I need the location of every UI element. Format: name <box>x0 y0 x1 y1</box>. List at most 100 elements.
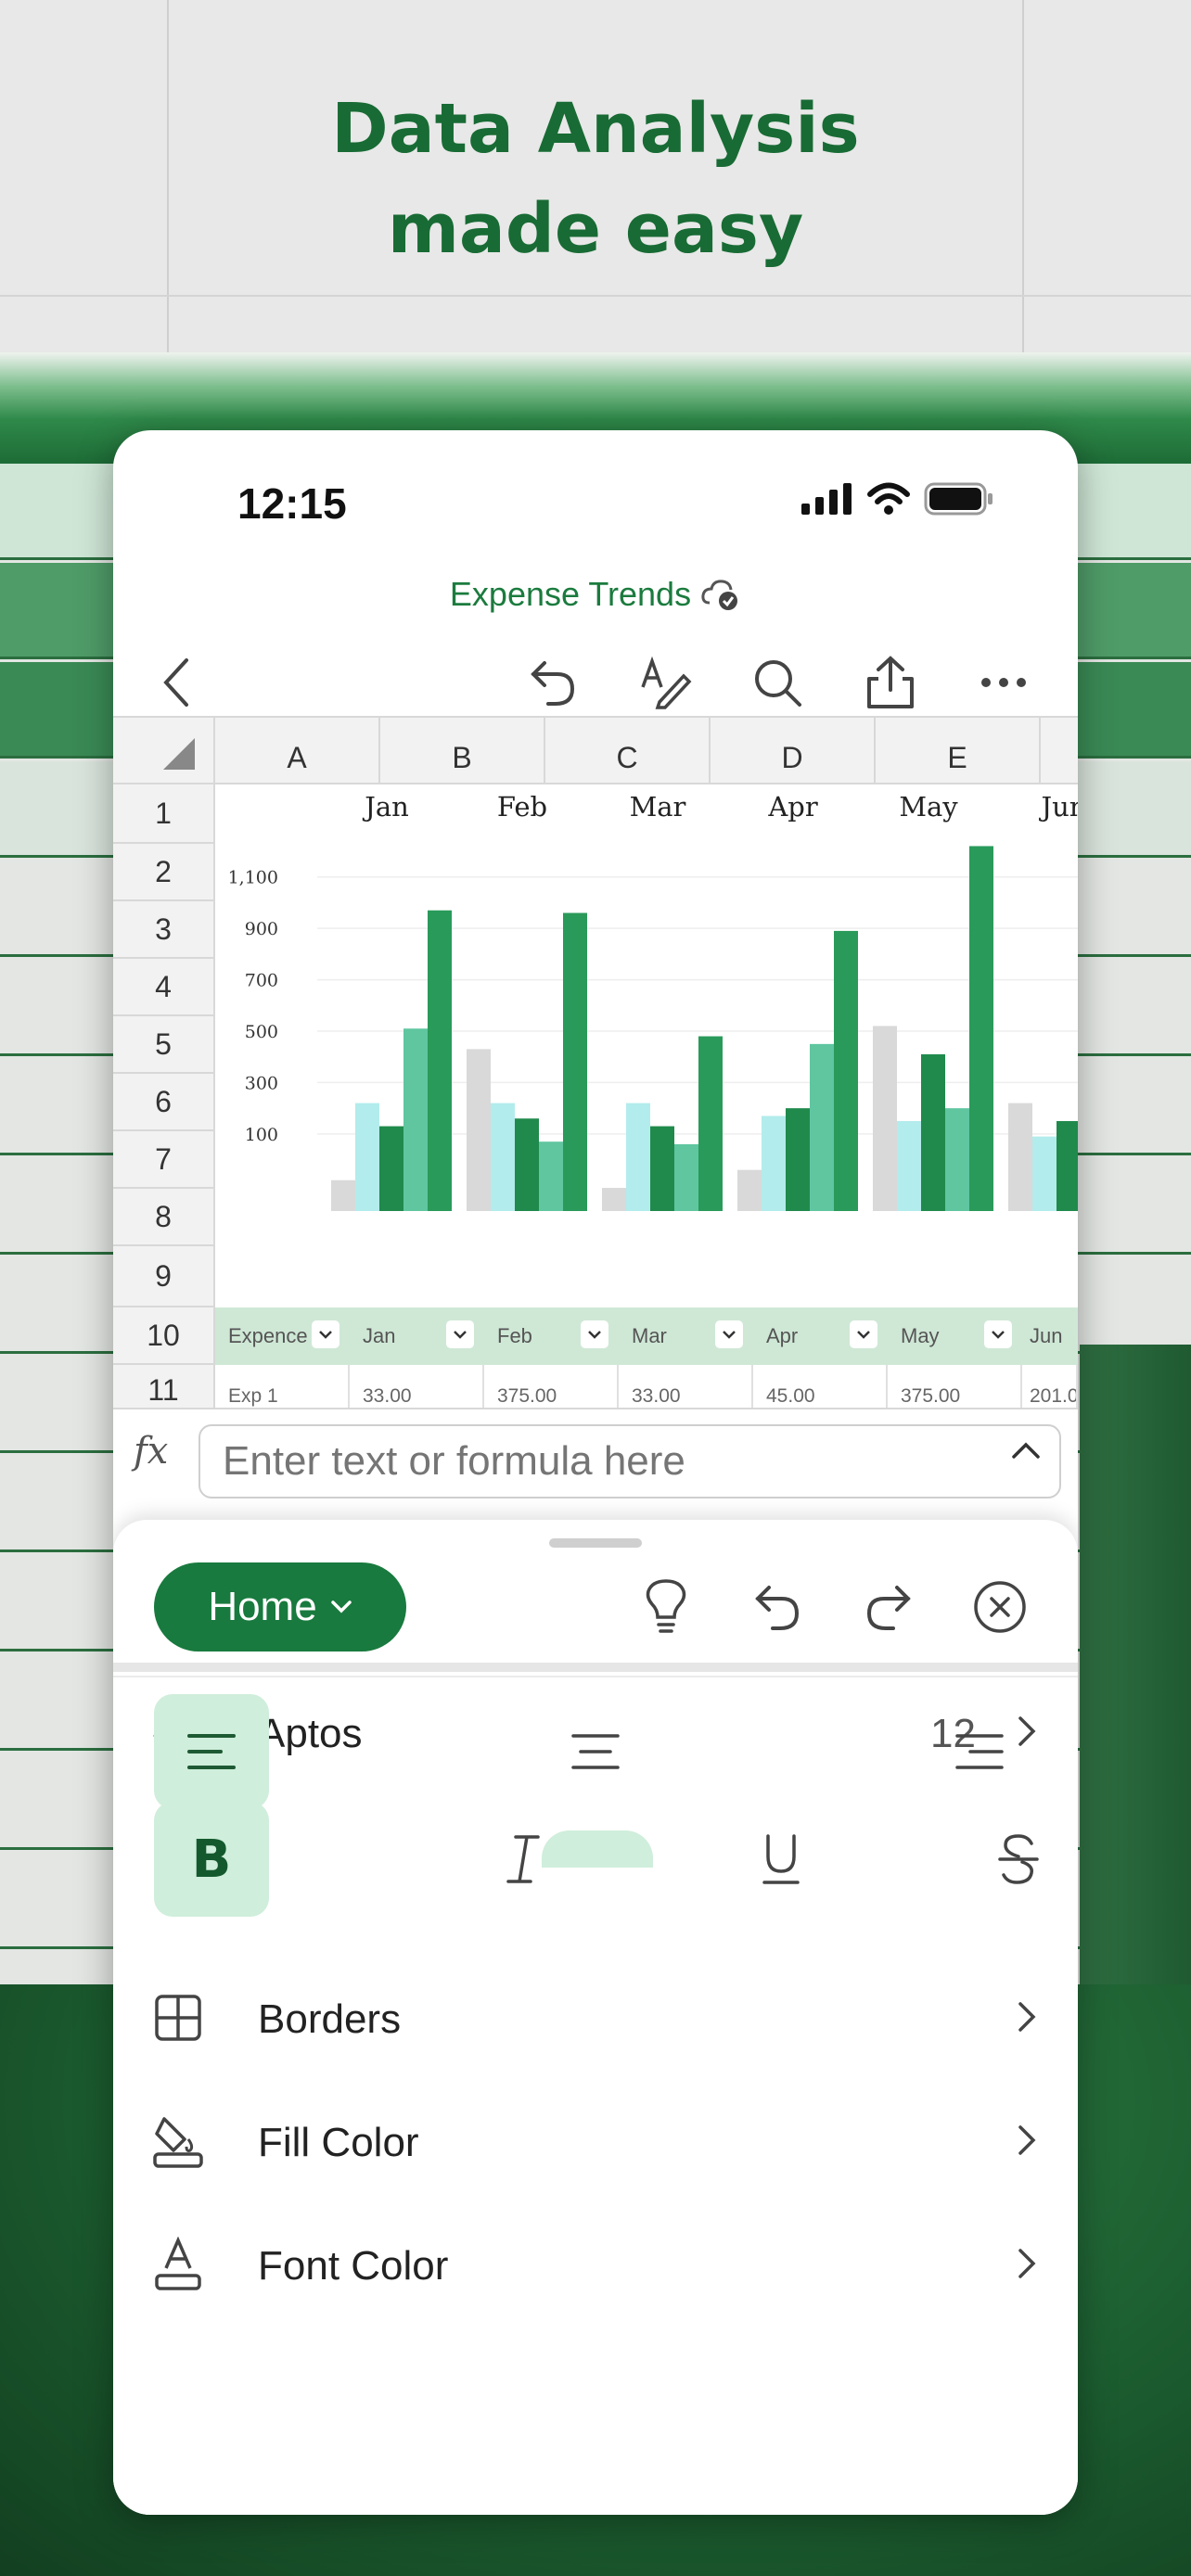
align-left-button[interactable] <box>154 1694 269 1809</box>
ideas-button[interactable] <box>633 1574 699 1640</box>
undo-button[interactable] <box>525 655 581 710</box>
table-cell[interactable]: 201.0 <box>1022 1365 1078 1408</box>
font-color-label: Font Color <box>258 2243 449 2289</box>
row-header-4[interactable]: 4 <box>113 959 215 1016</box>
undo-icon <box>531 661 575 706</box>
borders-icon-svg <box>155 1995 201 2041</box>
column-header-e[interactable]: E <box>876 718 1041 784</box>
chart-bar[interactable] <box>698 1036 723 1211</box>
chart-bar[interactable] <box>355 1103 379 1211</box>
borders-icon <box>150 1990 206 2046</box>
chevron-right-icon <box>1018 2249 1036 2278</box>
row-header-5[interactable]: 5 <box>113 1016 215 1074</box>
filter-dropdown-button[interactable] <box>984 1320 1012 1348</box>
chart-bar[interactable] <box>762 1116 786 1211</box>
chart-bar[interactable] <box>737 1169 762 1211</box>
chevron-left-icon <box>163 658 188 707</box>
back-button[interactable] <box>148 655 204 710</box>
bottom-tab-handle[interactable] <box>542 1830 653 1868</box>
table-header-label: Jan <box>363 1324 396 1347</box>
strikethrough-button[interactable] <box>981 1802 1056 1917</box>
document-title-row[interactable]: Expense Trends <box>113 575 1078 614</box>
chart-bar[interactable] <box>602 1188 626 1211</box>
expense-chart[interactable]: 100 300 500 700 900 1,100 Jan Feb Mar Apr May Jun <box>215 784 1078 1307</box>
panel-divider <box>113 1676 1078 1677</box>
fill-color-icon <box>150 2113 206 2169</box>
function-label: fx <box>134 1430 169 1473</box>
chart-bar[interactable] <box>873 1026 897 1211</box>
align-center-button[interactable] <box>538 1694 653 1809</box>
chart-bar[interactable] <box>1008 1103 1032 1211</box>
row-header-8[interactable]: 8 <box>113 1189 215 1246</box>
row-header-7[interactable]: 7 <box>113 1131 215 1189</box>
chart-bar[interactable] <box>331 1180 355 1211</box>
table-cell[interactable]: 375.00 <box>484 1365 619 1408</box>
chart-bar[interactable] <box>810 1043 834 1211</box>
table-cell[interactable]: 33.00 <box>619 1365 753 1408</box>
share-icon <box>867 656 914 708</box>
column-header-f[interactable] <box>1041 718 1078 784</box>
chart-bar[interactable] <box>786 1108 810 1211</box>
draw-button[interactable] <box>638 655 694 710</box>
table-cell[interactable]: 45.00 <box>753 1365 888 1408</box>
filter-dropdown-button[interactable] <box>850 1320 877 1348</box>
chart-bar[interactable] <box>515 1118 539 1211</box>
chart-bar[interactable] <box>1032 1136 1057 1211</box>
row-header-10[interactable]: 10 <box>113 1307 215 1365</box>
align-right-button[interactable] <box>922 1694 1037 1809</box>
panel-grabber[interactable] <box>549 1538 642 1548</box>
share-button[interactable] <box>863 655 918 710</box>
underline-button[interactable] <box>724 1802 839 1917</box>
formula-input[interactable] <box>198 1424 1061 1498</box>
chart-bar[interactable] <box>539 1141 563 1211</box>
row-header-3[interactable]: 3 <box>113 901 215 959</box>
chart-bar[interactable] <box>467 1049 491 1211</box>
font-color-menu-row[interactable]: Font Color <box>113 2213 1078 2315</box>
chart-bar[interactable] <box>1057 1121 1078 1211</box>
chart-bar[interactable] <box>945 1108 969 1211</box>
chart-bar[interactable] <box>650 1126 674 1211</box>
table-cell[interactable]: 33.00 <box>350 1365 484 1408</box>
ribbon-tab-selector[interactable]: Home <box>154 1562 406 1651</box>
borders-menu-row[interactable]: Borders <box>113 1967 1078 2069</box>
column-header-a[interactable]: A <box>215 718 380 784</box>
row-header-2[interactable]: 2 <box>113 844 215 901</box>
chevron-right-icon <box>1018 2125 1036 2155</box>
row-header-11[interactable]: 11 <box>113 1365 215 1408</box>
chart-area[interactable]: 100 300 500 700 900 1,100 Jan Feb Mar Apr May Jun <box>215 784 1078 1326</box>
filter-dropdown-button[interactable] <box>312 1320 339 1348</box>
chart-bar[interactable] <box>674 1143 698 1211</box>
bold-button[interactable]: B <box>154 1802 269 1917</box>
close-panel-button[interactable] <box>967 1574 1033 1640</box>
fill-color-menu-row[interactable]: Fill Color <box>113 2090 1078 2192</box>
chart-bar[interactable] <box>491 1103 515 1211</box>
chart-bar[interactable] <box>921 1053 945 1211</box>
align-left-icon <box>187 1734 236 1769</box>
search-button[interactable] <box>749 655 805 710</box>
table-cell[interactable]: 375.00 <box>888 1365 1022 1408</box>
chart-bar[interactable] <box>563 912 587 1211</box>
chart-bar[interactable] <box>834 930 858 1211</box>
filter-dropdown-button[interactable] <box>446 1320 474 1348</box>
more-button[interactable] <box>976 655 1031 710</box>
chart-bar[interactable] <box>403 1028 428 1211</box>
select-all-corner[interactable] <box>113 718 215 784</box>
headline-line-1: Data Analysis <box>331 89 860 169</box>
row-header-6[interactable]: 6 <box>113 1074 215 1131</box>
chevron-up-icon[interactable] <box>1011 1441 1041 1460</box>
column-header-b[interactable]: B <box>380 718 545 784</box>
row-header-1[interactable]: 1 <box>113 784 215 844</box>
chart-bar[interactable] <box>897 1121 921 1211</box>
column-header-c[interactable]: C <box>545 718 711 784</box>
column-header-d[interactable]: D <box>711 718 876 784</box>
row-header-9[interactable]: 9 <box>113 1246 215 1307</box>
chart-bar[interactable] <box>379 1126 403 1211</box>
chart-bar[interactable] <box>969 846 993 1211</box>
panel-redo-button[interactable] <box>855 1574 922 1640</box>
chart-bar[interactable] <box>428 910 452 1211</box>
filter-dropdown-button[interactable] <box>715 1320 743 1348</box>
table-cell[interactable]: Exp 1 <box>215 1365 350 1408</box>
filter-dropdown-button[interactable] <box>581 1320 608 1348</box>
chart-bar[interactable] <box>626 1103 650 1211</box>
panel-undo-button[interactable] <box>744 1574 811 1640</box>
